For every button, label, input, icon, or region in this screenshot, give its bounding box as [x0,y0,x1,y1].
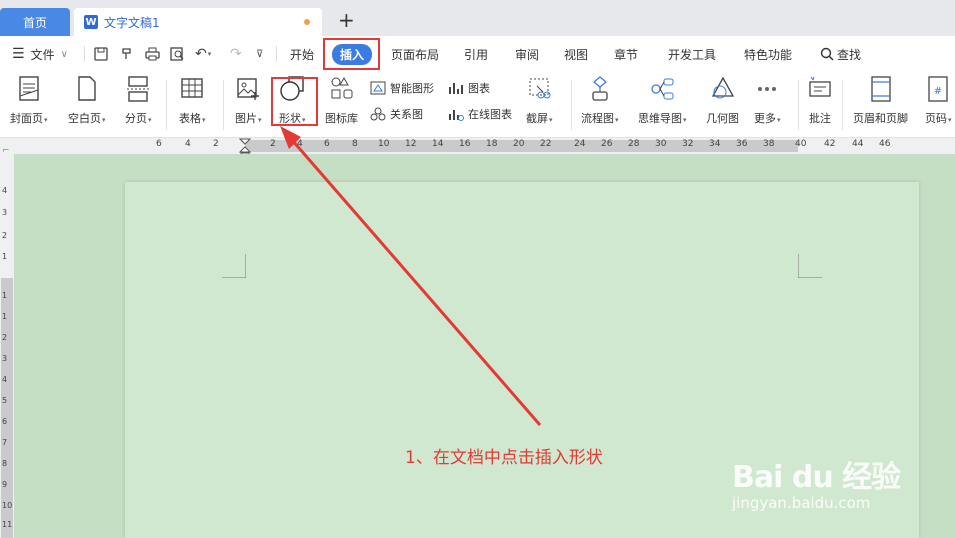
baidu-jingyan-watermark: Bai du 经验 jingyan.baidu.com [732,460,901,512]
annotation-text: 1、在文档中点击插入形状 [405,448,603,468]
